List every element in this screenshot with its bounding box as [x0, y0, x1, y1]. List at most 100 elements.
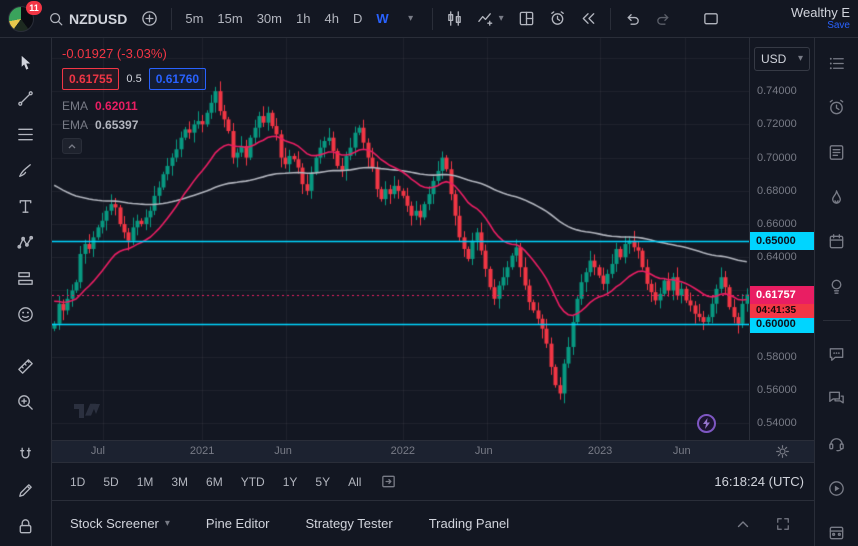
bid-price-box[interactable]: 0.61755: [62, 68, 119, 90]
edit-icon: [16, 481, 35, 500]
range-6m[interactable]: 6M: [198, 471, 231, 493]
maximize-panel-button[interactable]: [770, 512, 796, 536]
time-tick-label: 2022: [391, 445, 415, 457]
tab-strategy-tester[interactable]: Strategy Tester: [306, 516, 393, 531]
user-menu-button[interactable]: 11: [6, 4, 40, 34]
undo-button[interactable]: [618, 5, 647, 33]
screenshot-button[interactable]: [696, 5, 726, 33]
tutorials-button[interactable]: [822, 475, 852, 502]
currency-select[interactable]: USD ▾: [754, 47, 810, 71]
redo-icon: [655, 10, 672, 27]
trend-line-tool-button[interactable]: [9, 84, 43, 112]
tab-trading-panel[interactable]: Trading Panel: [429, 516, 509, 531]
tab-stock-screener[interactable]: Stock Screener ▾: [70, 516, 170, 531]
measure-tool-button[interactable]: [9, 352, 43, 380]
hotlists-button[interactable]: [822, 184, 852, 211]
range-1m[interactable]: 1M: [129, 471, 162, 493]
support-icon: [827, 434, 846, 453]
layout-button[interactable]: [512, 5, 541, 33]
price-tick-label: 0.64000: [757, 251, 797, 263]
chart-area: -0.01927 (-3.03%) 0.61755 0.5 0.61760 EM…: [52, 38, 814, 462]
range-1d[interactable]: 1D: [62, 471, 93, 493]
symbol-search-button[interactable]: NZDUSD: [42, 5, 133, 33]
range-1y[interactable]: 1Y: [275, 471, 306, 493]
layout-name: Wealthy E: [791, 6, 850, 20]
toolbar-separator: [610, 8, 611, 30]
chart-style-button[interactable]: [440, 5, 469, 33]
ema-legend-row: EMA 0.65397: [62, 118, 206, 132]
save-layout-button[interactable]: Save: [827, 20, 850, 31]
zoom-in-tool-button[interactable]: [9, 388, 43, 416]
time-tick-label: Jul: [91, 445, 105, 457]
ema-legend-row: EMA 0.62011: [62, 99, 206, 113]
brush-icon: [16, 161, 35, 180]
ruler-icon: [16, 357, 35, 376]
published-idea-marker[interactable]: [697, 414, 716, 433]
time-axis[interactable]: Jul2021Jun2022Jun2023Jun: [52, 440, 814, 462]
price-tick-label: 0.70000: [757, 152, 797, 164]
ema-20-value: 0.62011: [95, 99, 138, 113]
interval-15m[interactable]: 15m: [211, 5, 248, 33]
collapse-legend-button[interactable]: [62, 138, 82, 154]
tab-label: Pine Editor: [206, 516, 270, 531]
chevron-down-icon: ▾: [499, 14, 504, 24]
range-ytd[interactable]: YTD: [233, 471, 273, 493]
position-tool-icon: [16, 269, 35, 288]
fib-retracement-tool-button[interactable]: [9, 120, 43, 148]
zoom-in-icon: [16, 393, 35, 412]
last-price-badge: 0.61757: [750, 286, 814, 304]
redo-button[interactable]: [649, 5, 678, 33]
ema-100-value: 0.65397: [95, 118, 138, 132]
emoji-tool-button[interactable]: [9, 300, 43, 328]
chat-button[interactable]: [822, 341, 852, 368]
fib-retracement-icon: [16, 125, 35, 144]
range-5d[interactable]: 5D: [95, 471, 126, 493]
time-tick-label: 2023: [588, 445, 612, 457]
alerts-icon: [827, 98, 846, 117]
xabcd-pattern-tool-button[interactable]: [9, 228, 43, 256]
watchlist-button[interactable]: [822, 50, 852, 77]
chart-plot: -0.01927 (-3.03%) 0.61755 0.5 0.61760 EM…: [52, 38, 749, 440]
session-clock[interactable]: 16:18:24 (UTC): [714, 474, 804, 489]
events-button[interactable]: [822, 519, 852, 546]
goto-date-button[interactable]: [375, 470, 401, 494]
ask-price-box[interactable]: 0.61760: [149, 68, 206, 90]
news-button[interactable]: [822, 139, 852, 166]
interval-1h[interactable]: 1h: [290, 5, 316, 33]
text-tool-icon: [16, 197, 35, 216]
community-chat-button[interactable]: [822, 385, 852, 412]
drawing-mode-button[interactable]: [9, 476, 43, 504]
replay-icon: [580, 10, 597, 27]
time-tick-label: 2021: [190, 445, 214, 457]
alerts-button[interactable]: [822, 95, 852, 122]
create-alert-button[interactable]: [543, 5, 572, 33]
support-button[interactable]: [822, 430, 852, 457]
tab-pine-editor[interactable]: Pine Editor: [206, 516, 270, 531]
position-tool-button[interactable]: [9, 264, 43, 292]
brush-tool-button[interactable]: [9, 156, 43, 184]
gear-icon[interactable]: [775, 444, 790, 459]
replay-button[interactable]: [574, 5, 603, 33]
magnet-mode-button[interactable]: [9, 440, 43, 468]
range-5y[interactable]: 5Y: [307, 471, 338, 493]
interval-menu-button[interactable]: ▾: [397, 5, 425, 33]
text-tool-button[interactable]: [9, 192, 43, 220]
interval-4h[interactable]: 4h: [318, 5, 344, 33]
range-all[interactable]: All: [340, 471, 369, 493]
ideas-button[interactable]: [822, 273, 852, 300]
cursor-tool-button[interactable]: [9, 48, 43, 76]
calendar-button[interactable]: [822, 229, 852, 256]
interval-30m[interactable]: 30m: [251, 5, 288, 33]
chart-style-candles-icon: [446, 10, 463, 27]
indicators-button[interactable]: ▾: [471, 5, 510, 33]
lock-drawings-button[interactable]: [9, 512, 43, 540]
interval-5m[interactable]: 5m: [179, 5, 209, 33]
layout-name-menu[interactable]: Wealthy E Save: [791, 6, 852, 31]
compare-button[interactable]: [135, 5, 164, 33]
interval-1w[interactable]: W: [370, 5, 394, 33]
range-3m[interactable]: 3M: [163, 471, 196, 493]
events-icon: [827, 523, 846, 542]
trading-app-window: 11 NZDUSD 5m 15m 30m 1h 4h D W ▾ ▾: [0, 0, 858, 546]
open-panel-button[interactable]: [730, 512, 756, 536]
interval-1d[interactable]: D: [347, 5, 368, 33]
